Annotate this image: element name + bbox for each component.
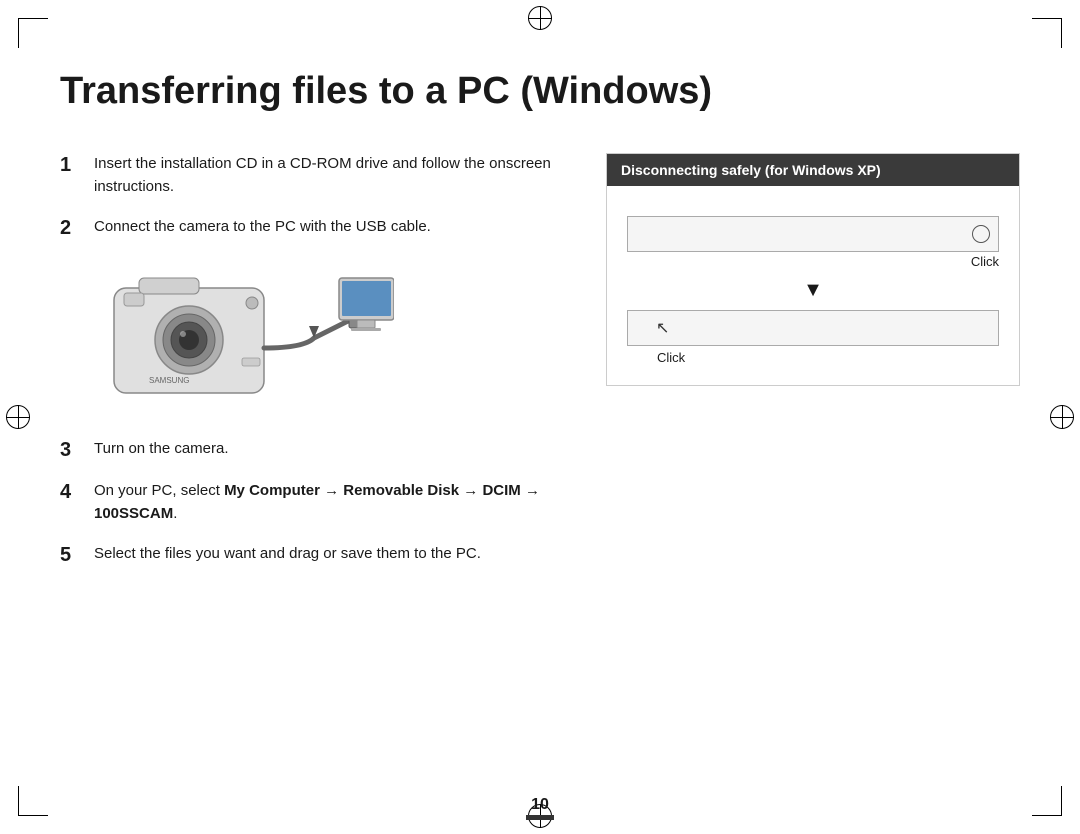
step-5-text: Select the files you want and drag or sa… [94,543,481,567]
disconnect-body: Click ▼ ↖ Click [607,206,1019,385]
page-number: 10 [531,796,549,814]
step-5: 5 Select the files you want and drag or … [60,543,566,567]
cursor-icon: ↖ [656,318,669,338]
dialog-box-2[interactable]: ↖ [627,310,999,346]
step-1: 1 Insert the installation CD in a CD-ROM… [60,153,566,198]
step-5-number: 5 [60,543,82,567]
corner-mark-br [1032,786,1062,816]
corner-mark-tr [1032,18,1062,48]
corner-mark-bl [18,786,48,816]
camera-illustration: SAMSUNG [94,258,394,418]
dialog-box-1[interactable] [627,216,999,252]
step-4-text: On your PC, select My Computer → Removab… [94,480,566,525]
crosshair-circle-left [6,405,30,429]
step-1-number: 1 [60,153,82,198]
click-label-1: Click [627,254,999,269]
crosshair-circle-top [528,6,552,30]
svg-text:SAMSUNG: SAMSUNG [149,376,189,385]
bottom-steps: 3 Turn on the camera. 4 On your PC, sele… [60,438,566,567]
step-3: 3 Turn on the camera. [60,438,566,462]
disconnect-header: Disconnecting safely (for Windows XP) [607,154,1019,186]
dialog-circle [972,225,990,243]
crosshair-right [1050,405,1074,429]
two-col-layout: 1 Insert the installation CD in a CD-ROM… [60,153,1020,585]
right-column: Disconnecting safely (for Windows XP) Cl… [606,153,1020,585]
step-2: 2 Connect the camera to the PC with the … [60,216,566,240]
page-content: Transferring files to a PC (Windows) 1 I… [60,50,1020,784]
left-column: 1 Insert the installation CD in a CD-ROM… [60,153,566,585]
step-1-text: Insert the installation CD in a CD-ROM d… [94,153,566,198]
crosshair-circle-right [1050,405,1074,429]
disconnect-box: Disconnecting safely (for Windows XP) Cl… [606,153,1020,386]
camera-svg: SAMSUNG [94,258,394,418]
page-title: Transferring files to a PC (Windows) [60,70,1020,113]
step-4: 4 On your PC, select My Computer → Remov… [60,480,566,525]
step-3-number: 3 [60,438,82,462]
page-number-bar [526,815,554,820]
crosshair-top [528,6,552,30]
step-2-text: Connect the camera to the PC with the US… [94,216,431,240]
click-label-2: Click [627,350,999,365]
step-3-text: Turn on the camera. [94,438,229,462]
step-2-number: 2 [60,216,82,240]
arrow-down: ▼ [627,279,999,302]
corner-mark-tl [18,18,48,48]
step-4-number: 4 [60,480,82,525]
crosshair-left [6,405,30,429]
